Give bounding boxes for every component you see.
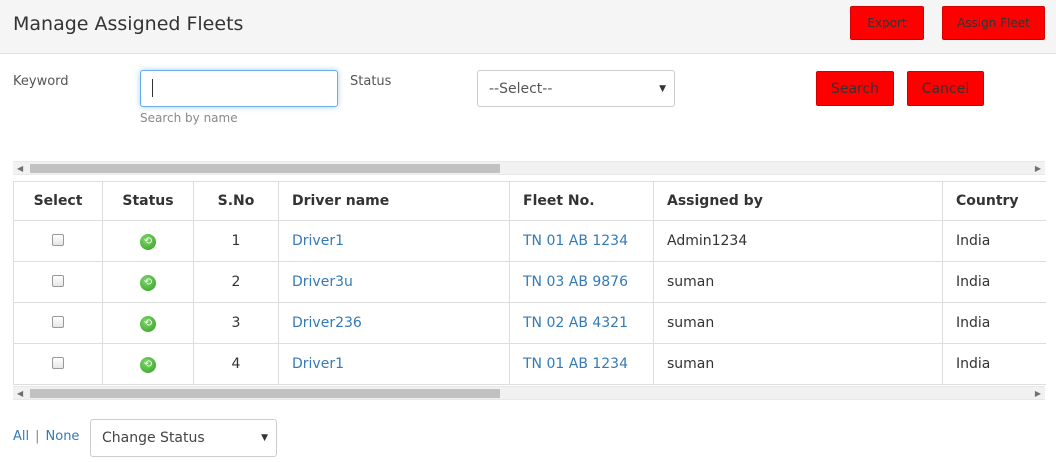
country-cell: India xyxy=(942,343,1046,385)
row-sno: 4 xyxy=(193,343,279,385)
fleet-link[interactable]: TN 01 AB 1234 xyxy=(523,233,628,249)
fleet-link[interactable]: TN 03 AB 9876 xyxy=(523,274,628,290)
page-title: Manage Assigned Fleets xyxy=(13,13,244,35)
status-select[interactable]: --Select-- ▼ xyxy=(477,70,675,107)
assigned-by-cell: suman xyxy=(653,343,943,385)
status-select-value: --Select-- xyxy=(489,80,553,97)
table-header-row: Select Status S.No Driver name Fleet No.… xyxy=(13,181,1046,221)
driver-link[interactable]: Driver1 xyxy=(292,233,344,249)
horizontal-scrollbar-bottom[interactable]: ◀ ▶ xyxy=(13,386,1045,400)
scroll-left-icon[interactable]: ◀ xyxy=(17,163,23,174)
cancel-button[interactable]: Cancel xyxy=(907,71,984,106)
change-status-select[interactable]: Change Status ▼ xyxy=(90,419,277,457)
scrollbar-thumb[interactable] xyxy=(30,389,500,398)
table-row: ⟲ 1 Driver1 TN 01 AB 1234 Admin1234 Indi… xyxy=(13,220,1046,262)
text-caret xyxy=(152,79,153,97)
assigned-by-cell: Admin1234 xyxy=(653,220,943,262)
green-back-arrow-icon[interactable]: ⟲ xyxy=(140,357,156,373)
green-back-arrow-icon[interactable]: ⟲ xyxy=(140,234,156,250)
driver-link[interactable]: Driver236 xyxy=(292,315,362,331)
select-all-link[interactable]: All xyxy=(13,429,29,444)
assigned-by-cell: suman xyxy=(653,302,943,344)
chevron-down-icon: ▼ xyxy=(261,433,268,443)
column-header-sno: S.No xyxy=(193,181,279,221)
horizontal-scrollbar-top[interactable]: ◀ ▶ xyxy=(13,161,1045,175)
column-header-fleet-no[interactable]: Fleet No. xyxy=(509,181,654,221)
table-row: ⟲ 2 Driver3u TN 03 AB 9876 suman India xyxy=(13,261,1046,303)
export-button[interactable]: Export xyxy=(850,6,924,40)
green-back-arrow-icon[interactable]: ⟲ xyxy=(140,316,156,332)
scroll-right-icon[interactable]: ▶ xyxy=(1035,388,1041,399)
scroll-left-icon[interactable]: ◀ xyxy=(17,388,23,399)
assigned-fleets-table: Select Status S.No Driver name Fleet No.… xyxy=(13,181,1046,385)
keyword-hint: Search by name xyxy=(140,111,238,125)
select-all-none: All | None xyxy=(13,429,79,444)
row-checkbox[interactable] xyxy=(52,274,64,287)
search-button[interactable]: Search xyxy=(816,71,894,106)
row-sno: 3 xyxy=(193,302,279,344)
column-header-driver-name[interactable]: Driver name xyxy=(278,181,510,221)
status-label: Status xyxy=(350,74,392,89)
chevron-down-icon: ▼ xyxy=(659,83,666,94)
column-header-select: Select xyxy=(13,181,103,221)
table-row: ⟲ 4 Driver1 TN 01 AB 1234 suman India xyxy=(13,343,1046,385)
country-cell: India xyxy=(942,220,1046,262)
fleet-link[interactable]: TN 02 AB 4321 xyxy=(523,315,628,331)
row-sno: 1 xyxy=(193,220,279,262)
country-cell: India xyxy=(942,261,1046,303)
keyword-input[interactable] xyxy=(140,70,338,107)
column-header-assigned-by[interactable]: Assigned by xyxy=(653,181,943,221)
fleet-link[interactable]: TN 01 AB 1234 xyxy=(523,356,628,372)
driver-link[interactable]: Driver3u xyxy=(292,274,353,290)
column-header-country[interactable]: Country xyxy=(942,181,1046,221)
change-status-value: Change Status xyxy=(102,430,205,446)
row-sno: 2 xyxy=(193,261,279,303)
keyword-label: Keyword xyxy=(13,74,69,89)
separator: | xyxy=(35,429,40,444)
country-cell: India xyxy=(942,302,1046,344)
row-checkbox[interactable] xyxy=(52,315,64,328)
page-header: Manage Assigned Fleets Export Assign Fle… xyxy=(0,0,1056,54)
select-none-link[interactable]: None xyxy=(46,429,80,444)
table-row: ⟲ 3 Driver236 TN 02 AB 4321 suman India xyxy=(13,302,1046,344)
scroll-right-icon[interactable]: ▶ xyxy=(1035,163,1041,174)
driver-link[interactable]: Driver1 xyxy=(292,356,344,372)
scrollbar-thumb[interactable] xyxy=(30,164,500,173)
row-checkbox[interactable] xyxy=(52,356,64,369)
assign-fleet-button[interactable]: Assign Fleet xyxy=(942,6,1045,40)
green-back-arrow-icon[interactable]: ⟲ xyxy=(140,275,156,291)
assigned-by-cell: suman xyxy=(653,261,943,303)
column-header-status: Status xyxy=(102,181,194,221)
row-checkbox[interactable] xyxy=(52,233,64,246)
